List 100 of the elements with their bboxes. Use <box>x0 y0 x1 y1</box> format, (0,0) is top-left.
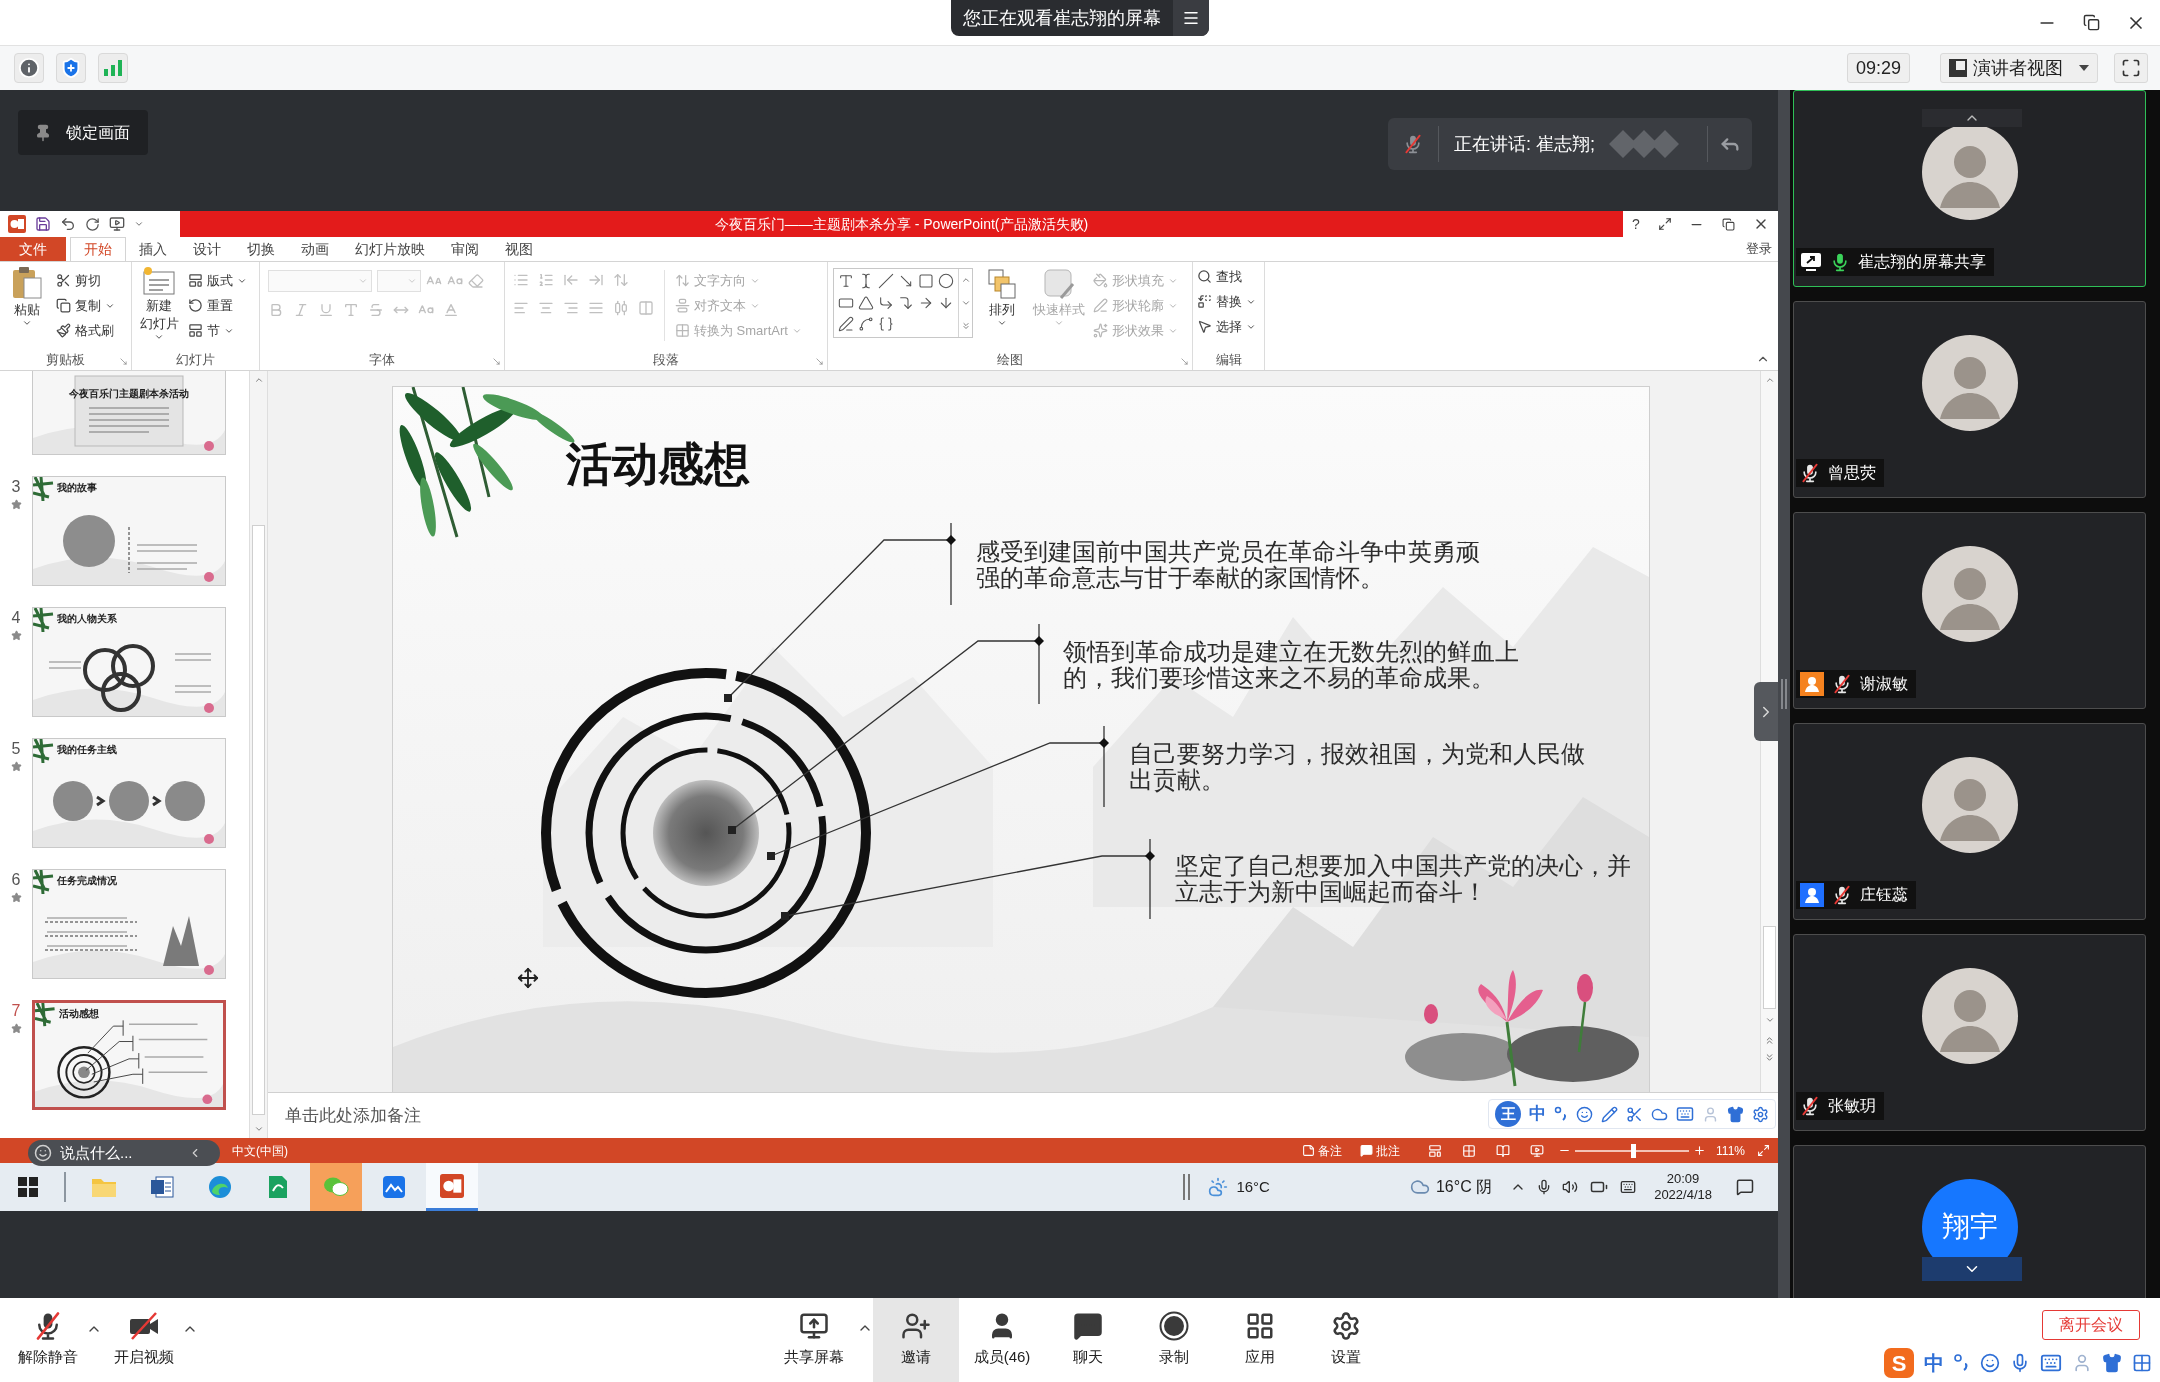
shapes-gallery[interactable] <box>833 268 973 338</box>
paste-button[interactable]: 粘贴 <box>4 266 50 343</box>
cut-button[interactable]: 剪切 <box>56 268 115 293</box>
scroll-down-icon[interactable] <box>1764 1015 1775 1025</box>
grid-icon[interactable] <box>2132 1353 2152 1373</box>
notification-icon[interactable] <box>1736 1178 1754 1196</box>
dialog-launcher-icon[interactable] <box>492 357 501 366</box>
zoom-slider[interactable] <box>1575 1143 1690 1158</box>
scissors-icon[interactable] <box>1626 1105 1643 1123</box>
pen-line-icon[interactable] <box>838 316 854 333</box>
network-button[interactable] <box>98 53 128 83</box>
arrow-line-icon[interactable] <box>898 273 914 289</box>
font-size-field[interactable] <box>377 270 421 292</box>
slide-thumbnail[interactable]: 我的任务主线 <box>32 738 226 848</box>
select-button[interactable]: 选择 <box>1197 314 1260 339</box>
ribbon-tab[interactable]: 开始 <box>70 237 126 261</box>
scrollbar-thumb[interactable] <box>252 525 265 1115</box>
clock[interactable]: 20:09 2022/4/18 <box>1654 1171 1712 1203</box>
unmute-button[interactable]: 解除静音 <box>10 1311 102 1369</box>
invite-button[interactable]: 邀请 <box>873 1298 959 1382</box>
emoji-icon[interactable] <box>1980 1353 2000 1373</box>
scroll-up-icon[interactable] <box>253 375 264 385</box>
pencil-icon[interactable] <box>1601 1105 1618 1123</box>
grid-icon[interactable] <box>1462 1143 1477 1158</box>
ribbon-tab[interactable]: 插入 <box>126 237 180 261</box>
menu-icon[interactable] <box>1182 9 1200 27</box>
signal-bars-icon[interactable] <box>104 60 122 76</box>
slide-thumbnail[interactable]: 我的人物关系 <box>32 607 226 717</box>
find-button[interactable]: 查找 <box>1197 264 1260 289</box>
thumbnail-scrollbar[interactable] <box>249 371 268 1138</box>
file-tab[interactable]: 文件 <box>0 237 66 261</box>
ribbon-tab[interactable]: 动画 <box>288 237 342 261</box>
fullscreen-button[interactable] <box>2114 53 2148 83</box>
braces-icon[interactable] <box>878 316 894 333</box>
copy-button[interactable]: 复制 <box>56 293 115 318</box>
save-icon[interactable] <box>35 216 51 232</box>
slideshow-icon[interactable] <box>109 216 125 232</box>
chat-input[interactable]: 说点什么... <box>60 1141 180 1165</box>
share-button[interactable]: 共享屏幕 <box>771 1298 873 1382</box>
scroll-down-icon[interactable] <box>253 1124 264 1134</box>
lock-screen-button[interactable]: 锁定画面 <box>18 110 148 155</box>
weather-widget[interactable]: 16°C <box>1236 1175 1270 1199</box>
triangle-icon[interactable] <box>858 294 874 311</box>
oval-icon[interactable] <box>938 273 954 289</box>
settings-icon[interactable] <box>1752 1105 1769 1123</box>
ribbon-tab[interactable]: 幻灯片放映 <box>342 237 438 261</box>
ribbon-tab[interactable]: 审阅 <box>438 237 492 261</box>
slide-thumbnail[interactable]: 我的故事 <box>32 476 226 586</box>
double-chevron-down-icon[interactable] <box>1764 1052 1775 1063</box>
shirt-icon[interactable] <box>1727 1105 1744 1123</box>
brush-button[interactable]: 格式刷 <box>56 318 115 343</box>
slide-thumbnail[interactable]: 活动感想 <box>32 1000 226 1110</box>
zoom-slider-thumb[interactable] <box>1631 1143 1637 1158</box>
chat-field[interactable]: 说点什么... <box>28 1140 220 1166</box>
participant-tile[interactable]: 谢淑敏 <box>1793 512 2146 709</box>
ribbon-tab[interactable]: 设计 <box>180 237 234 261</box>
leave-meeting-button[interactable]: 离开会议 <box>2042 1310 2140 1340</box>
video-button[interactable]: 开启视频 <box>106 1311 198 1369</box>
shirt-icon[interactable] <box>2102 1353 2122 1373</box>
dialog-launcher-icon[interactable] <box>815 357 824 366</box>
elbow-arrow-icon[interactable] <box>898 294 914 311</box>
resize-grip-icon[interactable] <box>1781 679 1787 709</box>
slide-scrollbar[interactable] <box>1760 371 1778 1092</box>
banner-menu-button[interactable] <box>1173 0 1209 36</box>
participant-tile[interactable]: 庄钰蕊 <box>1793 723 2146 920</box>
input-mode-toggle[interactable]: 中 <box>1924 1348 1944 1378</box>
participant-tile[interactable]: 翔宇 <box>1793 1145 2146 1298</box>
slide-thumbnail[interactable]: 任务完成情况 <box>32 869 226 979</box>
scrollbar-thumb[interactable] <box>1763 926 1776 1009</box>
emoji-icon[interactable] <box>1576 1105 1593 1123</box>
font-color-icon[interactable] <box>443 302 459 318</box>
keyboard-icon[interactable] <box>2040 1352 2062 1374</box>
punctuation-icon[interactable] <box>1954 1354 1970 1372</box>
book-icon[interactable] <box>1496 1143 1511 1158</box>
line-icon[interactable] <box>878 273 894 289</box>
app-logo-icon[interactable] <box>440 1173 464 1198</box>
caret-icon[interactable] <box>134 219 144 229</box>
section-button[interactable]: 节 <box>188 318 247 343</box>
slide-thumbnail[interactable]: 今夜百乐门主题剧本杀活动 <box>32 371 226 455</box>
elbow-connector-icon[interactable] <box>878 294 894 311</box>
layout-icon[interactable] <box>1428 1143 1443 1158</box>
participant-tile[interactable]: 曾思荧 <box>1793 301 2146 498</box>
double-chevron-up-icon[interactable] <box>1764 1035 1775 1046</box>
restore-icon[interactable] <box>2083 14 2100 31</box>
settings-button[interactable]: 设置 <box>1303 1298 1389 1382</box>
scroll-up-icon[interactable] <box>1764 375 1775 385</box>
app-logo-icon[interactable] <box>8 215 26 233</box>
textbox-icon[interactable] <box>838 273 854 289</box>
input-method-logo[interactable]: 王 <box>1495 1101 1521 1127</box>
taskbar-button[interactable] <box>426 1163 478 1211</box>
keyboard-icon[interactable] <box>1676 1105 1694 1123</box>
repeat-icon[interactable] <box>85 216 100 232</box>
new-slide-button[interactable]: 新建 幻灯片 <box>136 266 182 343</box>
fit-to-window-icon[interactable] <box>1757 1144 1770 1157</box>
dialog-launcher-icon[interactable] <box>119 357 128 366</box>
view-mode-dropdown[interactable]: 演讲者视图 <box>1940 53 2098 83</box>
comments-button[interactable]: 批注 <box>1360 1141 1401 1160</box>
collapse-panel-button[interactable] <box>1754 682 1778 741</box>
volume-icon[interactable] <box>1562 1179 1579 1195</box>
punctuation-icon[interactable] <box>1554 1106 1568 1122</box>
